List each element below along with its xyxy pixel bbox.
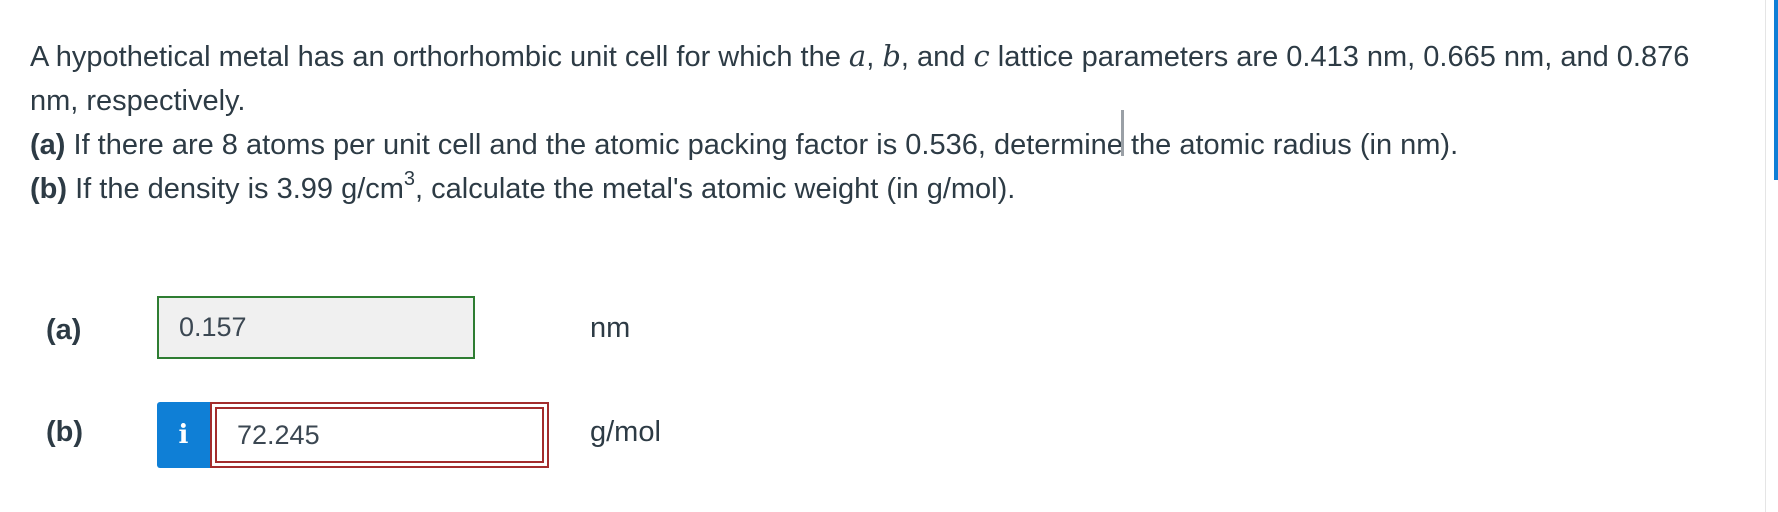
answer-b-unit: g/mol [590, 416, 661, 448]
separator: , and [900, 41, 974, 73]
intro-text: A hypothetical metal has an orthorhombic… [30, 41, 849, 73]
question-intro: A hypothetical metal has an orthorhombic… [30, 34, 1745, 123]
answer-a-unit: nm [590, 312, 631, 344]
part-b-text-end: , calculate the metal's atomic weight (i… [415, 173, 1016, 205]
answer-b-label: (b) [46, 416, 84, 448]
answer-a-label: (a) [46, 314, 82, 346]
answer-b-input[interactable]: 72.245 [215, 407, 544, 463]
separator: , [866, 41, 883, 73]
answer-b-input-frame: 72.245 [210, 402, 549, 468]
scroll-indicator[interactable] [1774, 0, 1778, 180]
answer-a-value: 0.157 [179, 312, 247, 342]
var-a: a [848, 39, 867, 73]
question-text: A hypothetical metal has an orthorhombic… [30, 34, 1745, 211]
part-b-label: (b) [30, 173, 68, 205]
answer-a-input[interactable]: 0.157 [157, 296, 475, 359]
superscript: 3 [403, 168, 416, 191]
var-c: c [973, 39, 990, 73]
part-a-text: If there are 8 atoms per unit cell and t… [65, 129, 1459, 161]
info-glyph: i [178, 420, 189, 450]
part-b-text: If the density is 3.99 g/cm [67, 173, 404, 205]
part-a-label: (a) [30, 129, 66, 161]
var-b: b [882, 39, 901, 73]
question-part-a: (a) If there are 8 atoms per unit cell a… [30, 123, 1745, 167]
divider [1765, 0, 1766, 512]
info-icon[interactable]: i [157, 402, 210, 468]
text-cursor [1121, 110, 1124, 156]
question-part-b: (b) If the density is 3.99 g/cm3, calcul… [30, 167, 1745, 211]
answer-b-value: 72.245 [237, 419, 320, 450]
